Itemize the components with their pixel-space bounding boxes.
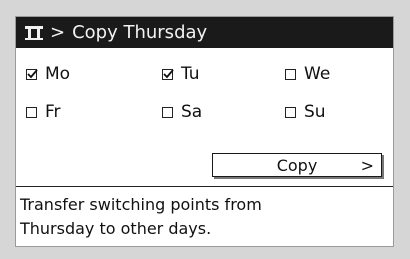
day-option-we[interactable]: We	[285, 62, 330, 86]
display-screen: > Copy Thursday Mo Tu We Fr Sa Su Copy >…	[0, 0, 410, 259]
day-label: Sa	[181, 102, 203, 122]
page-title: Copy Thursday	[72, 22, 208, 43]
info-line-2: Thursday to other days.	[20, 219, 212, 238]
checkbox-unchecked-icon[interactable]	[26, 106, 37, 118]
checkbox-unchecked-icon[interactable]	[285, 106, 296, 118]
divider	[16, 186, 393, 187]
menu-icon[interactable]	[25, 25, 43, 41]
checkbox-checked-icon[interactable]	[26, 68, 38, 80]
day-label: Mo	[45, 64, 71, 84]
day-label: Su	[304, 102, 326, 122]
day-option-sa[interactable]: Sa	[162, 100, 202, 124]
day-option-su[interactable]: Su	[285, 100, 326, 124]
breadcrumb-separator: >	[50, 22, 66, 43]
day-option-fr[interactable]: Fr	[26, 100, 61, 124]
day-label: Tu	[181, 64, 200, 84]
copy-button[interactable]: Copy >	[212, 153, 382, 177]
day-label: We	[304, 64, 331, 84]
info-text: Transfer switching points from Thursday …	[20, 193, 390, 241]
day-option-tu[interactable]: Tu	[162, 62, 200, 86]
checkbox-unchecked-icon[interactable]	[162, 106, 173, 118]
title-bar: > Copy Thursday	[16, 17, 393, 48]
chevron-right-icon: >	[360, 156, 374, 175]
day-option-mo[interactable]: Mo	[26, 62, 70, 86]
checkbox-checked-icon[interactable]	[162, 68, 174, 80]
copy-button-label: Copy	[276, 155, 318, 175]
checkbox-unchecked-icon[interactable]	[285, 68, 296, 80]
info-line-1: Transfer switching points from	[20, 195, 262, 214]
day-label: Fr	[45, 102, 61, 122]
copy-dialog: > Copy Thursday Mo Tu We Fr Sa Su Copy >…	[15, 16, 394, 247]
